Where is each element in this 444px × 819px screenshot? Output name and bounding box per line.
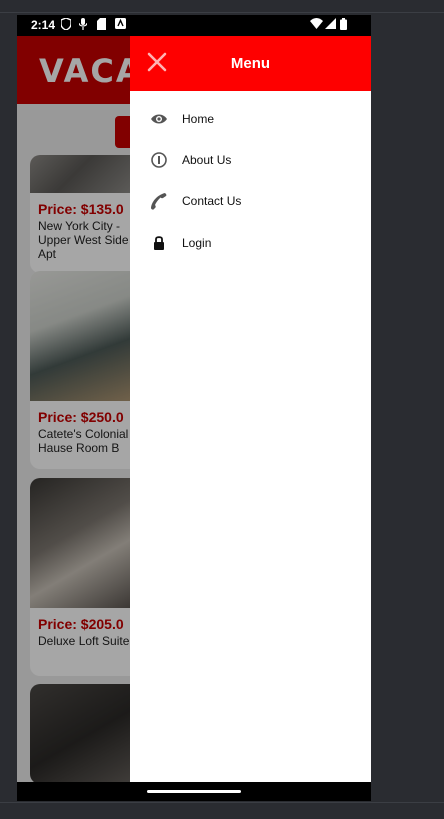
lock-icon (150, 233, 168, 253)
menu-item-label: Contact Us (182, 194, 242, 208)
shield-icon (60, 17, 72, 33)
status-bar: 2:14 (17, 15, 371, 36)
app-notification-icon (115, 18, 126, 32)
menu-item-contact-us[interactable]: Contact Us (130, 181, 371, 221)
menu-item-label: Login (182, 236, 212, 250)
menu-item-login[interactable]: Login (130, 223, 371, 263)
mic-icon (78, 18, 88, 33)
phone-screen: 2:14 VACAN Price: $135.0 New York City -… (17, 15, 371, 801)
wifi-icon (310, 18, 323, 32)
signal-icon (325, 18, 336, 32)
system-nav-bar (17, 782, 371, 801)
sd-card-icon (97, 18, 106, 33)
battery-icon (340, 18, 347, 33)
home-gesture-bar[interactable] (147, 790, 241, 793)
eye-icon (150, 109, 168, 129)
window-top-border (0, 12, 444, 13)
drawer-title: Menu (230, 55, 271, 72)
navigation-drawer: Menu Home About Us Contact Us Login (130, 36, 371, 782)
info-icon (150, 150, 168, 170)
menu-item-label: Home (182, 112, 215, 126)
menu-item-home[interactable]: Home (130, 99, 371, 139)
phone-icon (150, 191, 168, 211)
menu-item-about-us[interactable]: About Us (130, 140, 371, 180)
menu-item-label: About Us (182, 153, 232, 167)
window-bottom-border (0, 802, 444, 803)
status-time: 2:14 (31, 18, 56, 32)
drawer-header: Menu (130, 36, 371, 91)
